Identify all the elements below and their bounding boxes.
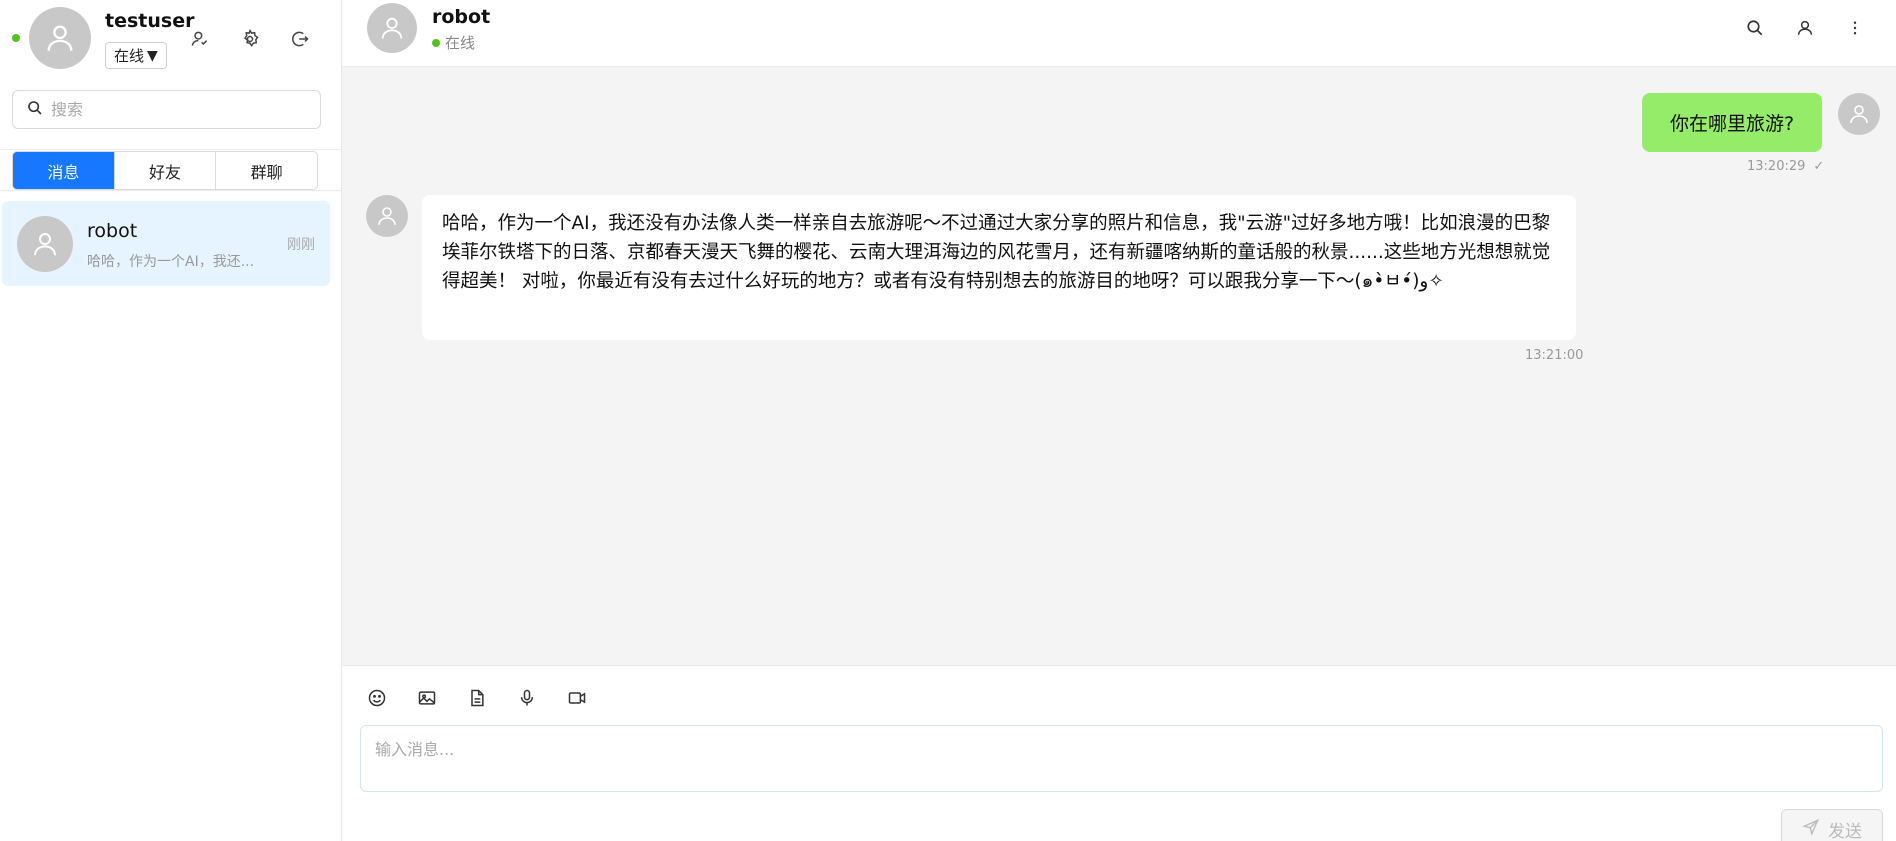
message-list[interactable]: 你在哪里旅游? 13:20:29 ✓ 哈哈，作为一个AI，我还没有办法像人类一样… [342,67,1896,665]
emoji-icon[interactable] [365,686,389,710]
message-input[interactable] [360,725,1883,792]
sidebar-tabs: 消息 好友 群聊 [12,151,318,190]
send-icon [1802,818,1820,841]
tab-groups[interactable]: 群聊 [216,152,317,189]
online-indicator [12,34,20,42]
send-label: 发送 [1828,821,1862,841]
chat-panel: robot 在线 你在哪里旅游? 13:20:29 ✓ 哈哈，作为一个AI，我还… [342,0,1896,841]
search-icon[interactable] [1743,16,1767,40]
peer-status: 在线 [432,32,475,53]
settings-gear-icon[interactable] [238,27,262,51]
conversation-time: 刚刚 [287,237,315,253]
conversation-preview: 哈哈，作为一个AI，我还... [87,254,255,270]
conversation-name: robot [87,220,138,242]
more-options-icon[interactable] [1843,16,1867,40]
profile-icon[interactable] [1793,16,1817,40]
contacts-icon[interactable] [188,27,212,51]
video-icon[interactable] [565,686,589,710]
message-timestamp: 13:21:00 [1525,348,1584,363]
tab-messages[interactable]: 消息 [13,152,115,189]
search-box[interactable] [12,90,321,129]
peer-avatar[interactable] [367,3,417,53]
my-message-avatar [1838,93,1880,135]
file-icon[interactable] [465,686,489,710]
chevron-down-icon: ▼ [147,47,158,64]
tab-friends[interactable]: 好友 [114,152,217,189]
online-indicator [432,38,440,47]
search-input[interactable] [51,100,301,119]
message-composer: 发送 [342,665,1896,841]
user-header: testuser 在线 ▼ [0,0,342,76]
my-avatar[interactable] [29,7,91,69]
chat-header: robot 在线 [342,0,1896,67]
divider [0,190,342,191]
message-bubble-outgoing[interactable]: 你在哪里旅游? [1642,93,1822,152]
divider [0,149,342,150]
peer-message-avatar [366,195,408,237]
sidebar: testuser 在线 ▼ 消息 好友 群聊 robot 哈哈，作为一个AI，我… [0,0,342,841]
peer-name: robot [432,6,491,28]
conversation-item-robot[interactable]: robot 哈哈，作为一个AI，我还... 刚刚 [2,201,330,286]
conversation-avatar [17,216,73,272]
message-bubble-incoming[interactable]: 哈哈，作为一个AI，我还没有办法像人类一样亲自去旅游呢～不过通过大家分享的照片和… [422,195,1576,340]
image-icon[interactable] [415,686,439,710]
read-check-icon: ✓ [1813,159,1825,174]
peer-status-text: 在线 [445,34,476,52]
microphone-icon[interactable] [515,686,539,710]
my-username: testuser [105,10,195,32]
search-icon [27,100,43,120]
status-dropdown[interactable]: 在线 ▼ [105,42,167,69]
logout-icon[interactable] [288,27,312,51]
message-meta-outgoing: 13:20:29 ✓ [1747,159,1824,174]
status-value: 在线 [114,47,145,65]
message-timestamp: 13:20:29 [1747,159,1806,174]
send-button[interactable]: 发送 [1781,809,1883,841]
